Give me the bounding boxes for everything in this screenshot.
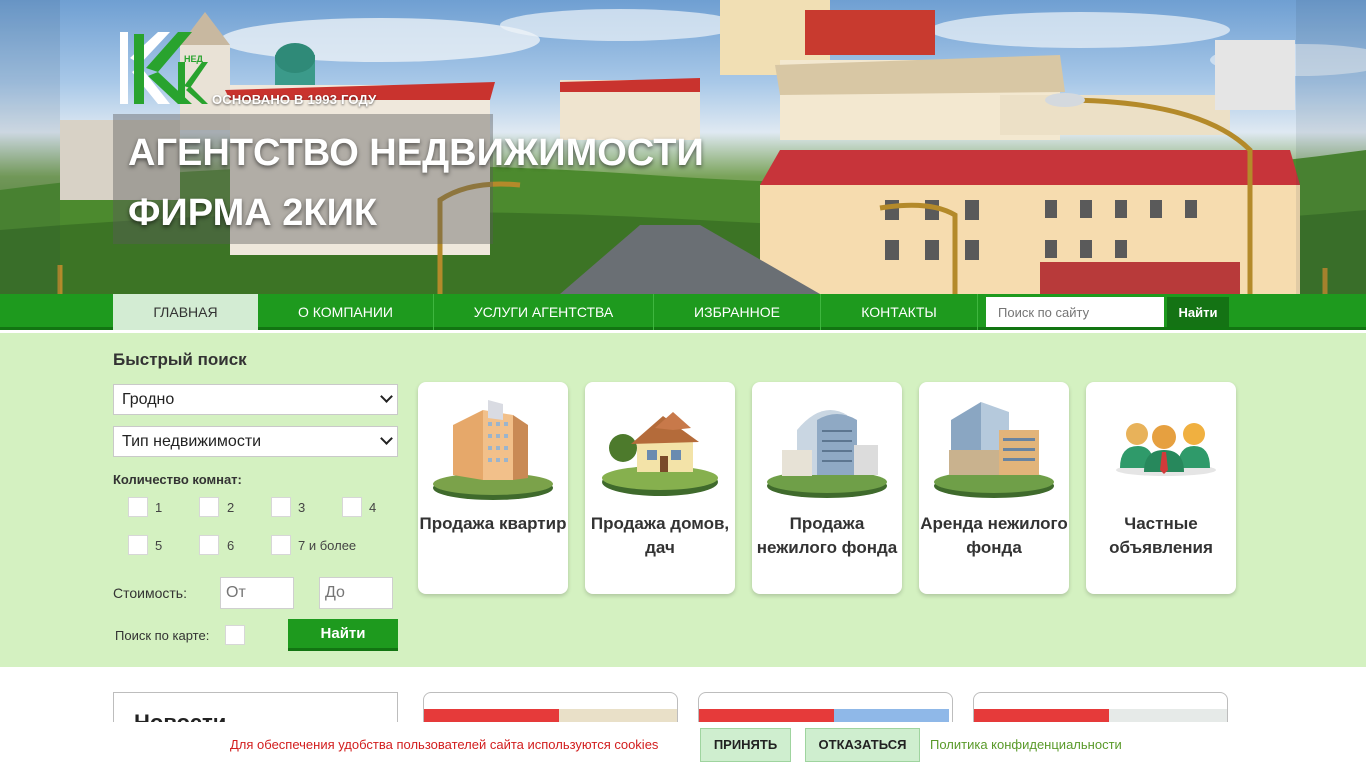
chevron-down-icon — [380, 432, 393, 445]
category-card-houses[interactable]: Продажа домов, дач — [585, 382, 735, 594]
category-label: Частные объявления — [1109, 514, 1213, 557]
privacy-policy-link[interactable]: Политика конфиденциальности — [930, 737, 1122, 752]
header-banner: НЕД ОСНОВАНО В 1993 ГОДУ АГЕНТСТВО НЕДВИ… — [0, 0, 1366, 294]
rooms-checkbox-label: 6 — [227, 538, 235, 553]
cookie-accept-button[interactable]: ПРИНЯТЬ — [700, 728, 791, 762]
business-center-icon — [934, 402, 1054, 498]
rooms-checkbox-label: 2 — [227, 500, 235, 515]
cookie-banner — [0, 722, 1366, 768]
nav-item-favorites[interactable]: ИЗБРАННОЕ — [654, 294, 820, 330]
map-search-checkbox[interactable] — [225, 625, 245, 645]
chevron-down-icon — [380, 390, 393, 403]
apartment-building-icon — [433, 400, 553, 500]
site-search-input[interactable] — [986, 297, 1164, 327]
rooms-checkbox-5[interactable] — [128, 535, 148, 555]
rooms-checkbox-label: 7 и более — [298, 538, 357, 553]
rooms-checkbox-label: 3 — [298, 500, 306, 515]
company-logo[interactable]: НЕД — [118, 28, 210, 106]
rooms-checkbox-7-plus[interactable] — [271, 535, 291, 555]
cookie-message: Для обеспечения удобства пользователей с… — [230, 737, 659, 752]
map-search-label: Поиск по карте: — [115, 628, 210, 643]
rooms-label: Количество комнат: — [113, 472, 242, 487]
property-type-select-value: Тип недвижимости — [122, 433, 262, 450]
rooms-checkbox-label: 1 — [155, 500, 163, 515]
nav-item-contacts[interactable]: КОНТАКТЫ — [821, 294, 977, 330]
people-icon — [1116, 423, 1216, 476]
rooms-checkbox-label: 4 — [369, 500, 377, 515]
house-icon — [602, 412, 718, 496]
rooms-checkbox-1[interactable] — [128, 497, 148, 517]
quick-search-find-button[interactable]: Найти — [288, 619, 398, 651]
category-card-apartments[interactable]: Продажа квартир — [418, 382, 568, 594]
nav-item-services[interactable]: УСЛУГИ АГЕНТСТВА — [434, 294, 653, 330]
price-label: Стоимость: — [113, 585, 187, 601]
site-search-button[interactable]: Найти — [1167, 297, 1229, 327]
headline-firm: ФИРМА 2КИК — [128, 192, 378, 234]
office-building-icon — [767, 410, 887, 498]
price-to-input[interactable] — [319, 577, 393, 609]
cookie-decline-button[interactable]: ОТКАЗАТЬСЯ — [805, 728, 920, 762]
category-label: Продажа домов, дач — [590, 514, 730, 557]
rooms-checkbox-6[interactable] — [199, 535, 219, 555]
nav-item-about[interactable]: О КОМПАНИИ — [258, 294, 433, 330]
category-label: Продажа нежилого фонда — [756, 514, 898, 557]
rooms-checkbox-3[interactable] — [271, 497, 291, 517]
page-root: НЕД ОСНОВАНО В 1993 ГОДУ АГЕНТСТВО НЕДВИ… — [0, 0, 1366, 768]
rooms-checkbox-label: 5 — [155, 538, 163, 553]
category-card-commercial-sale[interactable]: Продажа нежилого фонда — [752, 382, 902, 594]
promo-ribbon — [424, 709, 559, 723]
price-from-input[interactable] — [220, 577, 294, 609]
rooms-checkbox-2[interactable] — [199, 497, 219, 517]
svg-text:НЕД: НЕД — [184, 54, 204, 64]
founded-caption: ОСНОВАНО В 1993 ГОДУ — [212, 92, 377, 107]
category-card-commercial-rent[interactable]: Аренда нежилого фонда — [919, 382, 1069, 594]
promo-ribbon — [699, 709, 834, 723]
category-label: Продажа квартир — [419, 514, 567, 533]
quick-search-title: Быстрый поиск — [113, 350, 247, 369]
category-label: Аренда нежилого фонда — [920, 514, 1068, 557]
city-select[interactable]: Гродно — [113, 384, 398, 415]
rooms-checkbox-4[interactable] — [342, 497, 362, 517]
promo-ribbon — [974, 709, 1109, 723]
city-select-value: Гродно — [122, 391, 175, 408]
nav-divider — [977, 294, 978, 330]
headline-agency: АГЕНТСТВО НЕДВИЖИМОСТИ — [128, 132, 704, 174]
nav-item-home[interactable]: ГЛАВНАЯ — [113, 294, 258, 330]
property-type-select[interactable]: Тип недвижимости — [113, 426, 398, 457]
category-card-private-ads[interactable]: Частные объявления — [1086, 382, 1236, 594]
